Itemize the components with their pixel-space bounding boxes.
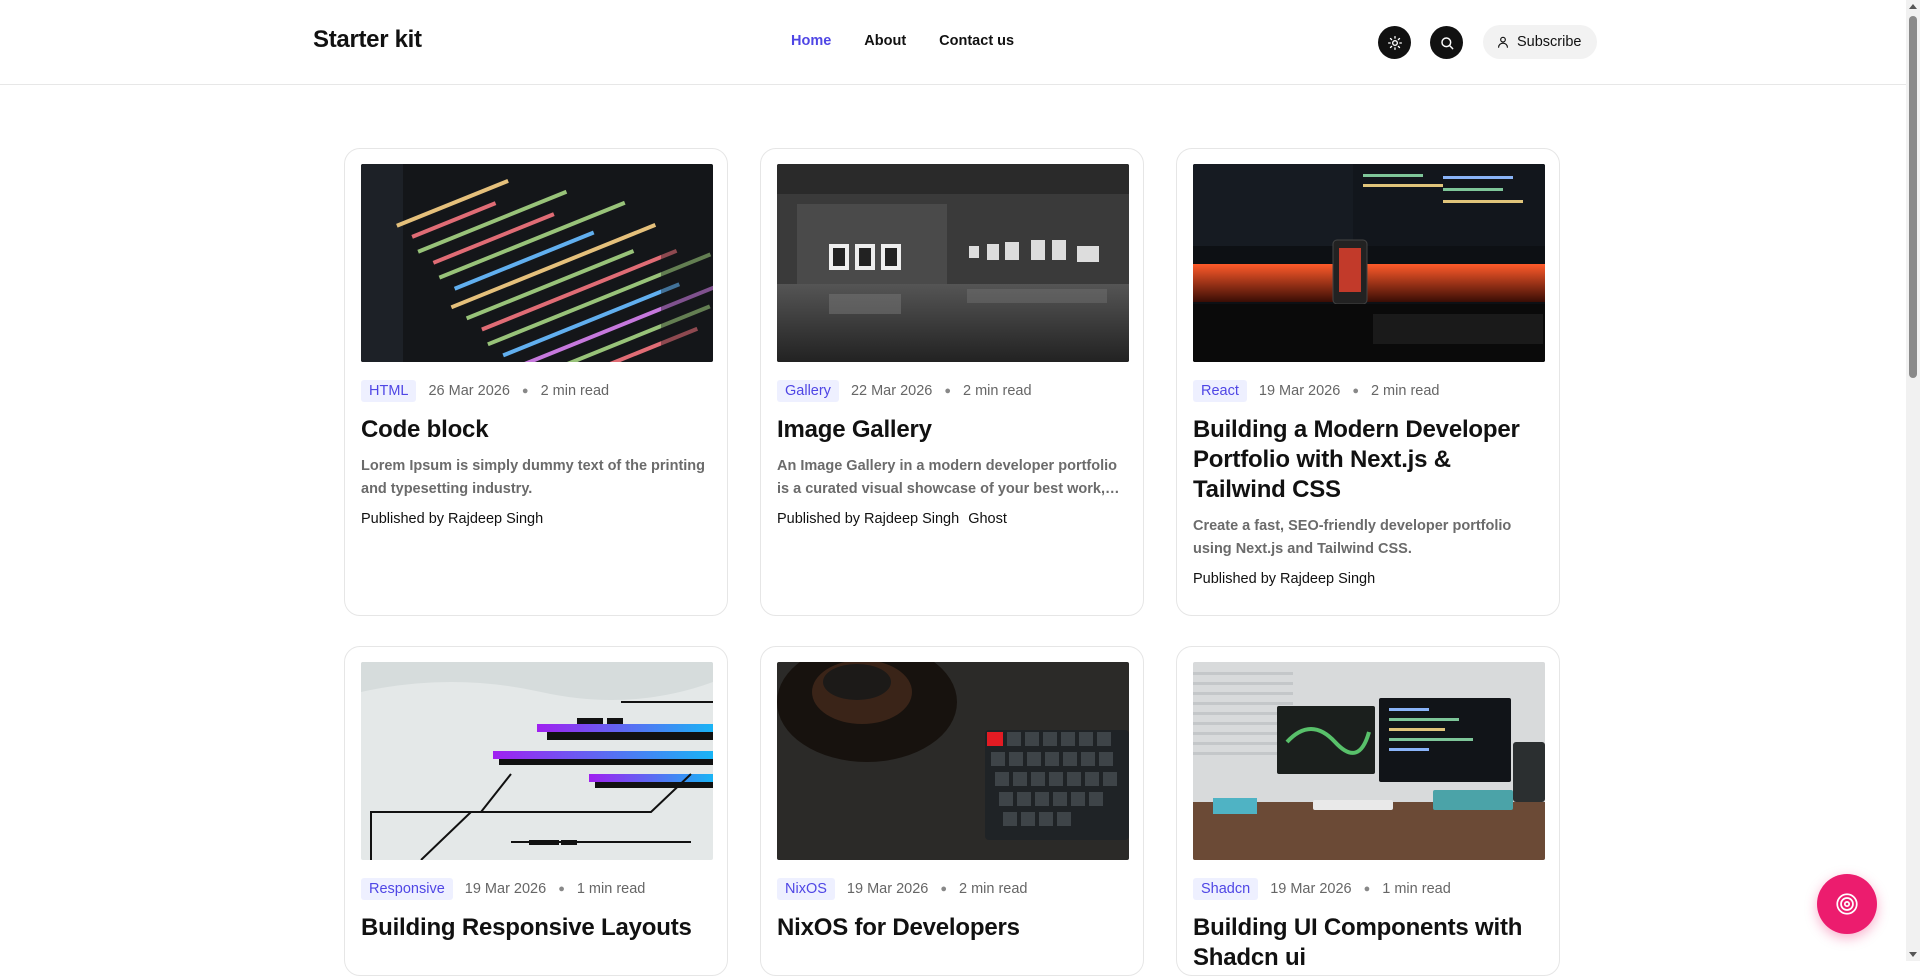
post-date: 19 Mar 2026 (464, 881, 547, 897)
post-title[interactable]: Building a Modern Developer Portfolio wi… (1193, 415, 1544, 505)
post-tag[interactable]: React (1193, 380, 1247, 402)
post-card[interactable]: Shadcn 19 Mar 2026 ● 1 min read Building… (1176, 646, 1560, 976)
site-brand[interactable]: Starter kit (313, 26, 422, 54)
post-card[interactable]: HTML 26 Mar 2026 ● 2 min read Code block… (344, 148, 728, 616)
post-title[interactable]: NixOS for Developers (777, 913, 1128, 943)
post-tag[interactable]: Responsive (361, 878, 453, 900)
post-title[interactable]: Building Responsive Layouts (361, 913, 712, 943)
post-thumbnail[interactable] (1193, 662, 1545, 860)
nav-home[interactable]: Home (791, 33, 831, 49)
post-tag[interactable]: NixOS (777, 878, 835, 900)
post-meta: Gallery 22 Mar 2026 ● 2 min read (777, 379, 1128, 403)
post-byline: Published by Rajdeep Singh Ghost (777, 511, 1128, 527)
post-title[interactable]: Code block (361, 415, 712, 445)
post-author[interactable]: Ghost (968, 511, 1007, 527)
post-meta: Shadcn 19 Mar 2026 ● 1 min read (1193, 877, 1544, 901)
post-thumbnail[interactable] (1193, 164, 1545, 362)
post-card[interactable]: Gallery 22 Mar 2026 ● 2 min read Image G… (760, 148, 1144, 616)
post-read-time: 1 min read (1382, 881, 1451, 897)
post-author[interactable]: Published by Rajdeep Singh (361, 511, 543, 527)
code-screen-image (361, 164, 713, 362)
post-thumbnail[interactable] (361, 662, 713, 860)
subscribe-label: Subscribe (1517, 34, 1582, 50)
chat-button[interactable] (1817, 874, 1877, 934)
meta-separator: ● (558, 883, 565, 895)
post-byline: Published by Rajdeep Singh (361, 511, 712, 527)
post-read-time: 2 min read (963, 383, 1032, 399)
post-date: 19 Mar 2026 (846, 881, 929, 897)
post-date: 26 Mar 2026 (428, 383, 510, 399)
chat-icon (1836, 893, 1858, 915)
post-read-time: 2 min read (1370, 383, 1440, 399)
post-title[interactable]: Image Gallery (777, 415, 1128, 445)
scrollbar-thumb[interactable] (1909, 16, 1917, 378)
post-thumbnail[interactable] (361, 164, 713, 362)
dual-monitor-desk-image (1193, 662, 1545, 860)
page-scrollbar[interactable] (1906, 0, 1920, 961)
post-thumbnail[interactable] (777, 164, 1129, 362)
post-author[interactable]: Published by Rajdeep Singh (1193, 571, 1375, 587)
post-meta: React 19 Mar 2026 ● 2 min read (1193, 379, 1544, 403)
meta-separator: ● (944, 385, 952, 397)
post-author[interactable]: Published by Rajdeep Singh (777, 511, 959, 527)
post-card[interactable]: NixOS 19 Mar 2026 ● 2 min read NixOS for… (760, 646, 1144, 976)
post-meta: HTML 26 Mar 2026 ● 2 min read (361, 379, 712, 403)
keyboard-desk-image (777, 662, 1129, 860)
post-byline: Published by Rajdeep Singh (1193, 571, 1544, 587)
post-date: 19 Mar 2026 (1270, 881, 1352, 897)
post-meta: NixOS 19 Mar 2026 ● 2 min read (777, 877, 1128, 901)
user-icon (1498, 36, 1508, 48)
post-tag[interactable]: Shadcn (1193, 878, 1259, 900)
post-thumbnail[interactable] (777, 662, 1129, 860)
nav-about[interactable]: About (864, 33, 906, 49)
search-icon (1440, 36, 1453, 49)
post-date: 22 Mar 2026 (850, 383, 933, 399)
post-excerpt: Create a fast, SEO-friendly developer po… (1193, 518, 1512, 557)
post-read-time: 2 min read (540, 383, 610, 399)
post-card[interactable]: Responsive 19 Mar 2026 ● 1 min read Buil… (344, 646, 728, 976)
scroll-down-icon[interactable] (1909, 952, 1917, 957)
post-read-time: 2 min read (958, 881, 1028, 897)
subscribe-button[interactable]: Subscribe (1483, 25, 1598, 59)
post-meta: Responsive 19 Mar 2026 ● 1 min read (361, 877, 712, 901)
post-card[interactable]: React 19 Mar 2026 ● 2 min read Building … (1176, 148, 1560, 616)
sun-icon (1387, 35, 1402, 50)
meta-separator: ● (1363, 883, 1371, 895)
post-excerpt: Lorem Ipsum is simply dummy text of the … (361, 458, 706, 497)
post-title[interactable]: Building UI Components with Shadcn ui (1193, 913, 1544, 973)
theme-toggle-button[interactable] (1378, 26, 1411, 59)
desk-setup-image (1193, 164, 1545, 362)
gallery-room-image (777, 164, 1129, 362)
nav-contact[interactable]: Contact us (939, 33, 1014, 49)
site-header: Starter kit Home About Contact us Subscr… (0, 0, 1906, 85)
meta-separator: ● (940, 883, 947, 895)
post-read-time: 1 min read (576, 881, 646, 897)
abstract-lines-image (361, 662, 713, 860)
post-tag[interactable]: HTML (361, 380, 417, 402)
post-excerpt: An Image Gallery in a modern developer p… (777, 458, 1120, 497)
main-nav: Home About Contact us (791, 33, 1014, 49)
post-date: 19 Mar 2026 (1258, 383, 1341, 399)
meta-separator: ● (521, 385, 529, 397)
post-tag[interactable]: Gallery (777, 380, 839, 402)
meta-separator: ● (1352, 385, 1359, 397)
search-button[interactable] (1430, 26, 1463, 59)
scroll-up-icon[interactable] (1909, 4, 1917, 9)
